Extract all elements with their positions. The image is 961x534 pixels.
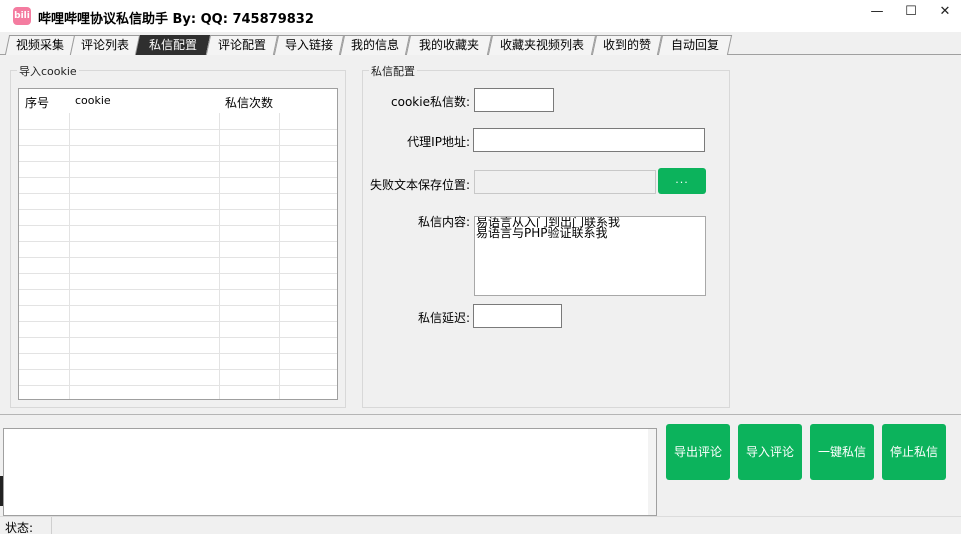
column-header-index[interactable]: 序号 (25, 94, 49, 111)
cookie-count-label: cookie私信数: (391, 95, 470, 109)
browse-button[interactable]: ... (658, 168, 706, 194)
bilibili-icon: bili (13, 7, 31, 25)
tab-video-collect[interactable]: 视频采集 (4, 35, 76, 55)
maximize-button[interactable]: ☐ (894, 0, 928, 26)
tab-dm-config[interactable]: 私信配置 (135, 35, 211, 55)
tab-bar: 视频采集 评论列表 私信配置 评论配置 导入链接 我的信息 我的收藏夹 收藏夹视… (0, 32, 961, 55)
fail-path-label: 失败文本保存位置: (369, 178, 470, 192)
tab-import-links[interactable]: 导入链接 (273, 35, 345, 55)
window-edge (0, 476, 3, 506)
tab-received-likes[interactable]: 收到的赞 (591, 35, 663, 55)
tab-favorite-videos[interactable]: 收藏夹视频列表 (487, 35, 597, 55)
status-label: 状态: (5, 521, 34, 534)
stop-dm-button[interactable]: 停止私信 (882, 424, 946, 480)
import-comments-button[interactable]: 导入评论 (738, 424, 802, 480)
send-all-dm-button[interactable]: 一键私信 (810, 424, 874, 480)
tab-comment-list[interactable]: 评论列表 (69, 35, 141, 55)
close-button[interactable]: ✕ (928, 0, 961, 26)
tab-comment-config[interactable]: 评论配置 (205, 35, 279, 55)
table-grid-lines (19, 113, 337, 399)
window-title: 哔哩哔哩协议私信助手 By: QQ: 745879832 (38, 12, 314, 27)
log-output[interactable] (3, 428, 657, 516)
tab-my-favorites[interactable]: 我的收藏夹 (405, 35, 493, 55)
proxy-ip-input[interactable] (473, 128, 705, 152)
proxy-ip-label: 代理IP地址: (407, 135, 470, 149)
dm-content-label: 私信内容: (417, 215, 470, 229)
column-header-dm-count[interactable]: 私信次数 (225, 94, 273, 111)
dm-delay-input[interactable] (473, 304, 562, 328)
dm-content-textarea[interactable]: 易语言从入门到出门联系我 易语言与PHP验证联系我 (474, 216, 706, 296)
export-comments-button[interactable]: 导出评论 (666, 424, 730, 480)
cookie-count-input[interactable] (474, 88, 554, 112)
dm-config-group-title: 私信配置 (369, 63, 417, 79)
status-divider (51, 517, 52, 534)
dm-delay-label: 私信延迟: (417, 311, 470, 325)
tab-auto-reply[interactable]: 自动回复 (657, 35, 733, 55)
tab-my-info[interactable]: 我的信息 (339, 35, 411, 55)
column-header-cookie[interactable]: cookie (75, 94, 111, 107)
cookie-group-title: 导入cookie (17, 63, 79, 79)
log-scrollbar[interactable] (648, 429, 656, 515)
minimize-button[interactable]: — (860, 0, 894, 26)
status-bar: 状态: (0, 516, 961, 534)
fail-path-input (474, 170, 656, 194)
cookie-table[interactable]: 序号 cookie 私信次数 (18, 88, 338, 400)
table-header: 序号 cookie 私信次数 (19, 89, 337, 113)
title-bar: bili 哔哩哔哩协议私信助手 By: QQ: 745879832 — ☐ ✕ (0, 0, 961, 32)
